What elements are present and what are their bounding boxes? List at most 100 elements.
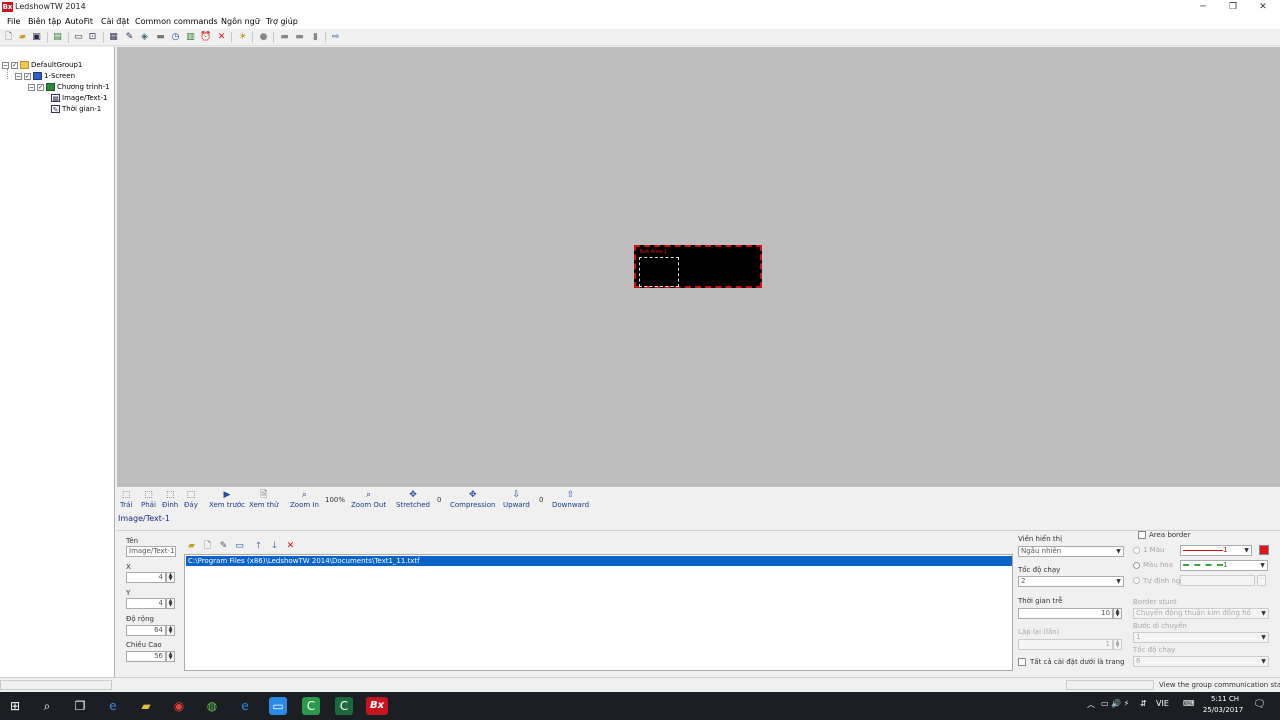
border-color-swatch[interactable] <box>1259 545 1269 555</box>
notification-icon[interactable]: 🗨 <box>1253 699 1266 710</box>
led-text-area[interactable] <box>639 257 679 287</box>
power-icon[interactable]: ● <box>258 32 269 43</box>
minimize-button[interactable]: ─ <box>1188 0 1218 14</box>
tree-checkbox[interactable]: ✓ <box>37 83 44 91</box>
tray-chevron-icon[interactable]: ︿ <box>1087 699 1095 710</box>
new-text-icon[interactable]: 🗋 <box>202 541 213 552</box>
exit-icon[interactable]: ⇨ <box>330 32 341 43</box>
file-list[interactable]: C:\Program Files (x86)\LedshowTW 2014\Do… <box>184 554 1013 671</box>
add-file-icon[interactable]: ▰ <box>186 541 197 552</box>
move-step-select[interactable]: 1 ▼ <box>1133 632 1269 643</box>
custom-browse-button[interactable]: … <box>1257 575 1266 586</box>
language-indicator[interactable]: VIE <box>1156 699 1169 708</box>
tree-node-group[interactable]: − ✓ DefaultGroup1 <box>2 60 82 70</box>
display-mode-select[interactable]: Ngẫu nhiên ▼ <box>1018 546 1124 557</box>
zoom-out-button[interactable]: ⌕ Zoom Out <box>351 490 386 509</box>
restore-button[interactable]: ❐ <box>1218 0 1248 14</box>
file-explorer-icon[interactable]: ▰ <box>137 697 155 715</box>
preview-button[interactable]: ▶ Xem trước <box>209 490 245 509</box>
clock-time[interactable]: 5:11 CH <box>1205 695 1245 703</box>
line-style-select-1[interactable]: 1 ▼ <box>1180 545 1252 556</box>
chrome-icon[interactable]: ◉ <box>170 697 188 715</box>
repeat-field[interactable]: 1 <box>1018 639 1113 650</box>
flower-color-radio[interactable] <box>1133 562 1140 569</box>
area-border-checkbox[interactable] <box>1138 531 1146 539</box>
text-icon[interactable]: ✎ <box>124 32 135 43</box>
menu-settings[interactable]: Cài đặt <box>101 17 129 26</box>
brightness-icon[interactable]: ☀ <box>237 32 248 43</box>
keyboard-icon[interactable]: ⌨ <box>1183 699 1195 708</box>
network-icon[interactable]: ⇵ <box>1140 699 1147 708</box>
x-field[interactable]: 4 <box>126 572 166 583</box>
tree-node-screen[interactable]: − ✓ 1-Screen <box>15 71 75 81</box>
new-file-icon[interactable]: 🗋 <box>3 32 14 43</box>
tree-checkbox[interactable]: ✓ <box>11 61 18 69</box>
usb-icon[interactable]: ▮ <box>310 32 321 43</box>
test-button[interactable]: 🗎 Xem thử <box>249 490 278 509</box>
calendar-icon[interactable]: ▥ <box>185 32 196 43</box>
chat-app-icon[interactable]: ▭ <box>269 697 287 715</box>
send-icon[interactable]: ▬ <box>279 32 290 43</box>
align-top-button[interactable]: ⬚ Đỉnh <box>162 490 178 509</box>
edit-file-icon[interactable]: ✎ <box>218 541 229 552</box>
menu-help[interactable]: Trợ giúp <box>266 17 298 26</box>
menu-language[interactable]: Ngôn ngữ <box>221 17 260 26</box>
line-style-select-2[interactable]: 1 ▼ <box>1180 560 1268 571</box>
program-icon[interactable]: ▭ <box>73 32 84 43</box>
tree-node-clock[interactable]: ✎ Thời gian-1 <box>51 104 101 114</box>
ledshow-app-icon[interactable]: Bx <box>366 697 388 715</box>
downward-button[interactable]: ⇧ Downward <box>552 490 589 509</box>
search-icon[interactable]: ⌕ <box>38 697 56 715</box>
camtasia-recorder-icon[interactable]: C <box>335 697 353 715</box>
start-icon[interactable]: ⊞ <box>6 697 24 715</box>
menu-edit[interactable]: Biên tập <box>28 17 61 26</box>
align-bottom-button[interactable]: ⬚ Đáy <box>184 490 198 509</box>
align-right-button[interactable]: ⬚ Phải <box>141 490 156 509</box>
align-left-button[interactable]: ⬚ Trái <box>120 490 132 509</box>
width-field[interactable]: 64 <box>126 625 166 636</box>
menu-autofit[interactable]: AutoFit <box>65 17 93 26</box>
zoom-in-button[interactable]: ⌕ Zoom In <box>290 490 319 509</box>
tree-expander[interactable]: − <box>2 61 9 69</box>
y-field[interactable]: 4 <box>126 598 166 609</box>
run-speed-select[interactable]: 6 ▼ <box>1133 656 1269 667</box>
clock-icon[interactable]: ◷ <box>170 32 181 43</box>
save-icon[interactable]: ▣ <box>31 32 42 43</box>
app-green-icon[interactable]: ◍ <box>203 697 221 715</box>
width-stepper[interactable]: ▲ ▼ <box>166 625 175 636</box>
video-icon[interactable]: ▬ <box>155 32 166 43</box>
led-screen-preview[interactable]: Text Area-1 <box>634 245 762 288</box>
file-list-item[interactable]: C:\Program Files (x86)\LedshowTW 2014\Do… <box>186 556 1012 566</box>
delay-stepper[interactable]: ▲ ▼ <box>1113 608 1122 619</box>
tree-node-image-text[interactable]: ▦ Image/Text-1 <box>51 93 107 103</box>
x-stepper[interactable]: ▲ ▼ <box>166 572 175 583</box>
height-field[interactable]: 56 <box>126 651 166 662</box>
clock-date[interactable]: 25/03/2017 <box>1201 706 1245 714</box>
internet-explorer-icon[interactable]: e <box>236 697 254 715</box>
remove-file-icon[interactable]: ✕ <box>285 541 296 552</box>
open-folder-icon[interactable]: ▰ <box>17 32 28 43</box>
y-stepper[interactable]: ▲ ▼ <box>166 598 175 609</box>
close-button[interactable]: ✕ <box>1248 0 1278 14</box>
upward-button[interactable]: ⇩ Upward <box>503 490 530 509</box>
compression-button[interactable]: ✥ Compression <box>450 490 495 509</box>
camtasia-icon[interactable]: C <box>302 697 320 715</box>
receive-icon[interactable]: ▬ <box>294 32 305 43</box>
repeat-stepper[interactable]: ▲ ▼ <box>1113 639 1122 650</box>
move-up-icon[interactable]: 🡑 <box>253 541 264 552</box>
custom-field[interactable] <box>1180 575 1255 586</box>
tree-node-program[interactable]: − ✓ Chương trình-1 <box>28 82 110 92</box>
apply-all-checkbox[interactable] <box>1018 658 1026 666</box>
stretched-button[interactable]: ✥ Stretched <box>396 490 430 509</box>
tree-expander[interactable]: − <box>28 83 35 91</box>
menu-common-commands[interactable]: Common commands <box>135 17 218 26</box>
task-view-icon[interactable]: ❐ <box>71 697 89 715</box>
delay-field[interactable]: 10 <box>1018 608 1113 619</box>
area-icon[interactable]: ⊡ <box>87 32 98 43</box>
tray-icons[interactable]: ▭ 🔊 ⚡ <box>1101 699 1129 708</box>
height-stepper[interactable]: ▲ ▼ <box>166 651 175 662</box>
delete-icon[interactable]: ✕ <box>216 32 227 43</box>
tree-expander[interactable]: − <box>15 72 22 80</box>
name-field[interactable]: Image/Text-1 <box>126 546 176 557</box>
move-down-icon[interactable]: 🡓 <box>269 541 280 552</box>
